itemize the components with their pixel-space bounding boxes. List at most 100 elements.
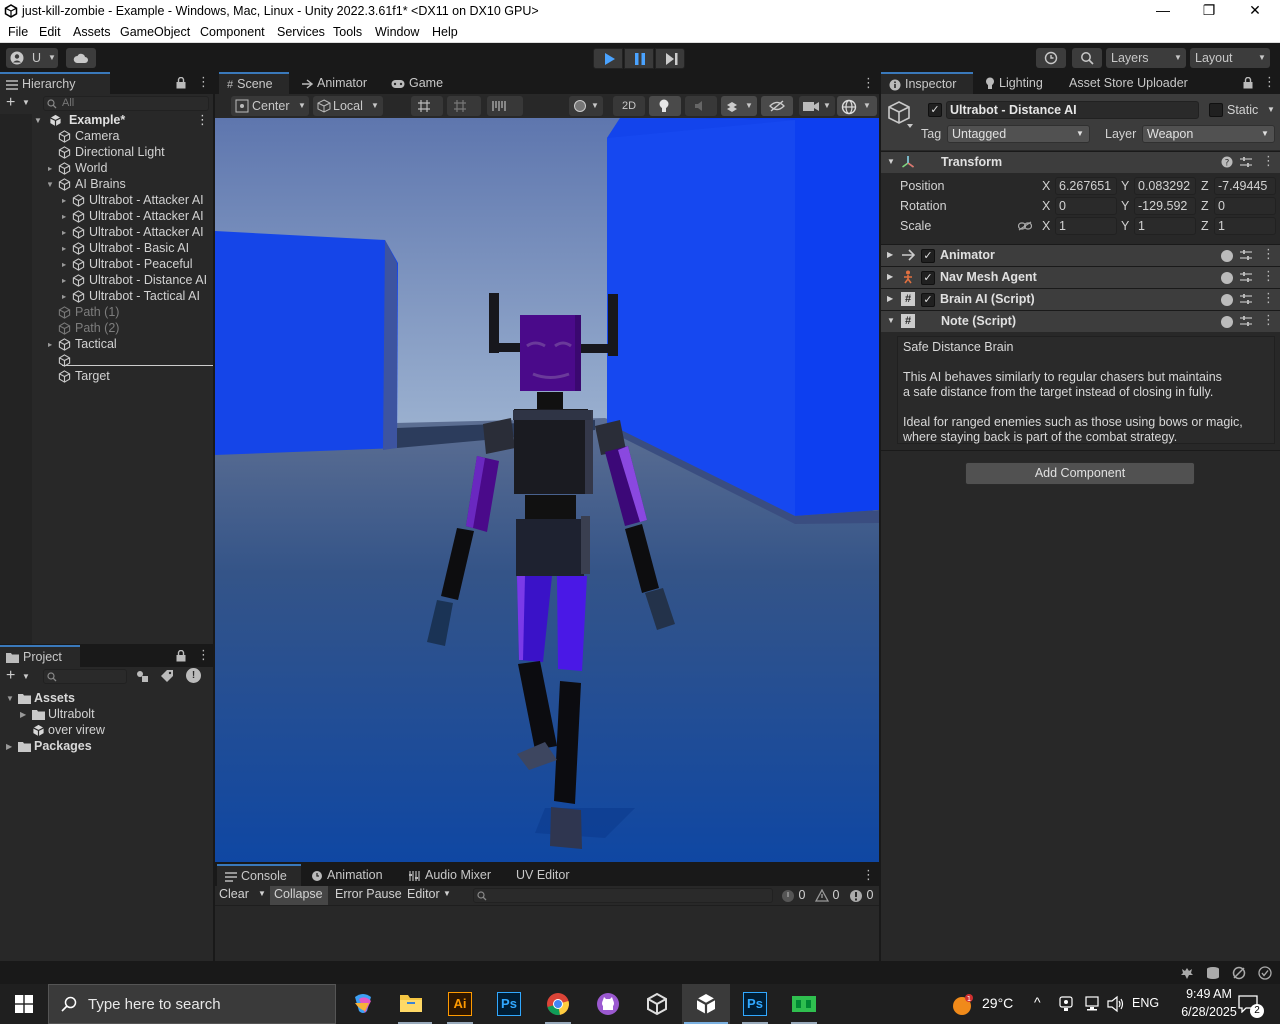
project-search-input[interactable] [43,669,127,684]
scale-z-field[interactable]: 1 [1214,217,1276,235]
audio-toggle[interactable] [685,96,717,116]
presets-icon[interactable] [1240,249,1252,261]
file-explorer-icon[interactable] [400,993,422,1013]
constrain-link-icon[interactable] [1018,221,1032,231]
temperature[interactable]: 29°C [982,995,1013,1011]
editor-dropdown[interactable]: Editor [407,887,440,901]
fold-closed-icon[interactable]: ▶ [62,193,72,208]
add-component-button[interactable]: Add Component [965,462,1195,485]
hierarchy-item[interactable]: ▶ Ultrabot - Distance AI [62,272,213,288]
cloud-button[interactable] [66,48,96,68]
project-item[interactable]: ▼ Assets [6,690,75,706]
pivot-center-dropdown[interactable]: Center ▼ [231,96,309,116]
fold-closed-icon[interactable]: ▶ [62,209,72,224]
scene-viewport[interactable] [215,118,879,862]
effects-dropdown[interactable]: ▼ [721,96,757,116]
hierarchy-item[interactable]: ▶ Ultrabot - Basic AI [62,240,213,256]
lock-icon[interactable] [1243,77,1253,89]
menu-help[interactable]: Help [432,25,458,39]
console-search-input[interactable] [473,888,773,903]
step-button[interactable] [655,48,685,69]
rotation-x-field[interactable]: 0 [1055,197,1117,215]
note-component-header[interactable]: ▼ # Note (Script) ⋮ [881,310,1280,332]
account-button[interactable]: U ▼ [6,48,58,68]
position-x-field[interactable]: 6.267651 [1055,177,1117,195]
hierarchy-item[interactable]: ▶ Ultrabot - Attacker AI [62,192,213,208]
tab-hierarchy[interactable]: Hierarchy [0,72,110,94]
fold-closed-icon[interactable]: ▶ [62,225,72,240]
error-pause-toggle[interactable]: Error Pause [335,887,402,901]
space-local-dropdown[interactable]: Local ▼ [313,96,383,116]
panel-menu-icon[interactable]: ⋮ [862,75,875,91]
menu-window[interactable]: Window [375,25,419,39]
fold-closed-icon[interactable]: ▶ [6,739,18,755]
project-item[interactable]: ▶ Packages [6,738,92,754]
lock-icon[interactable] [176,650,186,662]
tab-inspector[interactable]: Inspector [881,72,973,94]
panel-menu-icon[interactable]: ⋮ [197,74,210,90]
chevron-down-icon[interactable]: ▼ [1267,105,1275,114]
navmesh-agent-component-header[interactable]: ▶ ✓ Nav Mesh Agent ⋮ [881,266,1280,288]
hidden-objects-toggle[interactable] [761,96,793,116]
taskbar-search-box[interactable]: Type here to search [48,984,336,1024]
scale-y-field[interactable]: 1 [1134,217,1196,235]
chevron-up-icon[interactable]: ^ [1034,994,1041,1010]
green-app-icon[interactable] [792,994,816,1014]
chevron-down-icon[interactable]: ▼ [22,672,30,681]
unity-hub-icon[interactable] [645,992,669,1016]
menu-file[interactable]: File [8,25,28,39]
menu-services[interactable]: Services [277,25,325,39]
taskbar-active-app[interactable] [682,984,730,1024]
help-icon[interactable] [1221,316,1233,328]
hierarchy-item[interactable]: Path (1) [48,304,213,320]
tab-uv-editor[interactable]: UV Editor [507,864,587,886]
layout-dropdown[interactable]: Layout ▼ [1190,48,1270,68]
animator-component-header[interactable]: ▶ ✓ Animator ⋮ [881,244,1280,266]
layers-dropdown[interactable]: Layers ▼ [1106,48,1186,68]
fold-open-icon[interactable]: ▼ [48,177,58,192]
volume-icon[interactable] [1107,995,1125,1013]
scale-x-field[interactable]: 1 [1055,217,1117,235]
camera-settings-dropdown[interactable]: ▼ [799,96,835,116]
hierarchy-item[interactable]: ▶ World [48,160,213,176]
tab-game[interactable]: Game [383,72,463,94]
presets-icon[interactable] [1240,156,1252,168]
ruler-button[interactable] [487,96,523,116]
tab-animation[interactable]: Animation [305,864,395,886]
position-y-field[interactable]: 0.083292 [1134,177,1196,195]
panel-menu-icon[interactable]: ⋮ [197,647,210,663]
help-icon[interactable]: ? [1221,156,1233,168]
error-count-toggle[interactable]: 0 [849,888,873,903]
tab-audio-mixer[interactable]: Audio Mixer [401,864,501,886]
hierarchy-item[interactable]: ▶ Ultrabot - Attacker AI [62,208,213,224]
photoshop-icon[interactable]: Ps [497,992,521,1016]
active-checkbox[interactable]: ✓ [928,103,942,117]
fold-closed-icon[interactable]: ▶ [62,257,72,272]
maximize-button[interactable]: ❐ [1186,2,1232,19]
toggle-2d-button[interactable]: 2D [613,96,645,116]
fold-closed-icon[interactable]: ▶ [48,161,58,176]
component-menu-icon[interactable]: ⋮ [1262,312,1275,328]
copilot-icon[interactable] [351,993,375,1015]
info-icon[interactable]: ! [186,668,201,683]
tag-dropdown[interactable]: Untagged ▼ [947,125,1090,143]
tab-console[interactable]: Console [217,864,301,886]
component-menu-icon[interactable]: ⋮ [1262,290,1275,306]
clear-button[interactable]: Clear [219,887,249,901]
object-name-field[interactable]: Ultrabot - Distance AI [946,101,1199,119]
brain-ai-component-header[interactable]: ▶ # ✓ Brain AI (Script) ⋮ [881,288,1280,310]
tab-lighting[interactable]: Lighting [977,72,1057,94]
note-text-area[interactable]: Safe Distance Brain This AI behaves simi… [897,336,1275,444]
undo-history-button[interactable] [1036,48,1066,68]
animator-enabled-checkbox[interactable]: ✓ [921,249,935,263]
component-menu-icon[interactable]: ⋮ [1262,268,1275,284]
hierarchy-item[interactable]: ▼ AI Brains [48,176,213,192]
hierarchy-search-input[interactable]: All [43,96,209,111]
increment-snap-button[interactable] [447,96,481,116]
minimize-button[interactable]: — [1140,2,1186,18]
lock-icon[interactable] [176,77,186,89]
transform-header[interactable]: ▼ Transform ? ⋮ [881,151,1280,173]
menu-edit[interactable]: Edit [39,25,61,39]
search-button[interactable] [1072,48,1102,68]
pause-button[interactable] [624,48,654,69]
